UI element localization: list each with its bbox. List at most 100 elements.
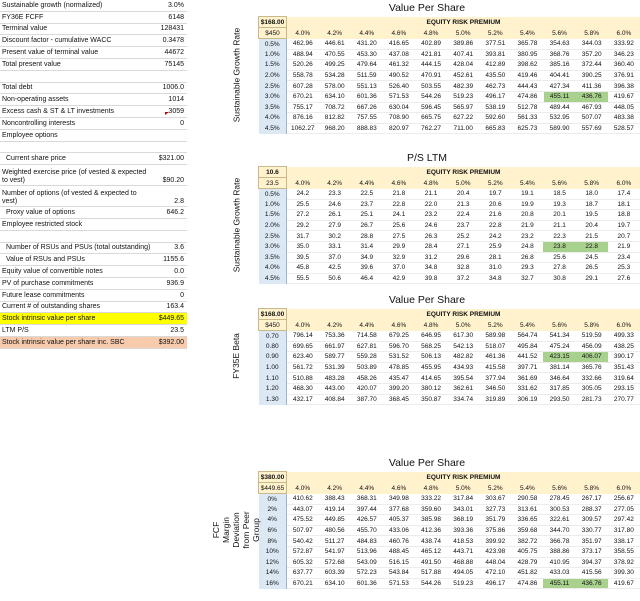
table-cell: 543.09	[350, 557, 383, 569]
table-cell: 382.72	[511, 535, 544, 547]
table-cell: 414.65	[414, 372, 448, 384]
table-cell: 592.60	[479, 112, 512, 124]
table-cell: 26.7	[350, 220, 383, 232]
table-cell: 21.3	[447, 199, 480, 211]
table-cell: 596.45	[415, 102, 448, 114]
table-cell: 478.85	[382, 362, 415, 374]
column-header: 6.0%	[607, 482, 640, 494]
table-cell: 388.86	[543, 546, 576, 558]
table-cell: 419.67	[607, 578, 640, 590]
table-cell: 420.07	[350, 383, 383, 395]
table-cell: 18.1	[607, 199, 640, 211]
table-cell: 433.03	[543, 567, 576, 579]
table-row: 1.5% 520.26 499.25 479.64 461.32 444.15 428.04…	[258, 59, 640, 71]
table-cell: 256.67	[607, 493, 640, 505]
table-cell: 634.10	[318, 91, 351, 103]
row-header: 1.5%	[258, 209, 287, 221]
table-cell: 20.4	[447, 188, 480, 200]
table-cell: 404.41	[543, 70, 576, 82]
table-cell: 436.76	[575, 91, 608, 103]
table-cell: 460.76	[382, 535, 415, 547]
table-cell: 433.06	[382, 525, 415, 537]
table-cell: 412.89	[479, 59, 512, 71]
table-cell: 753.36	[318, 330, 351, 342]
table-cell: 344.70	[543, 525, 576, 537]
table-cell: 519.23	[447, 91, 480, 103]
table-cell: 317.80	[607, 525, 640, 537]
table-cell: 375.86	[479, 525, 512, 537]
table-cell: 661.97	[318, 341, 351, 353]
table-cell: 432.17	[286, 394, 319, 406]
table-row: 1.0% 25.5 24.6 23.7 22.8 22.0 21.3 20.6 19.9 19.3…	[258, 199, 640, 211]
table-row: 3.0% 670.21 634.10 601.36 571.53 544.26 519.23…	[258, 91, 640, 103]
column-header: 4.0%	[286, 27, 319, 39]
table-cell: 444.15	[415, 59, 448, 71]
table-cell: 267.17	[575, 493, 608, 505]
table-y-label: FCF Margin Deviation from Peer Group	[211, 511, 261, 549]
table-cell: 465.12	[414, 546, 448, 558]
sensitivity-table: $168.00 EQUITY RISK PREMIUM $450 4.0% 4.2% 4.…	[258, 308, 640, 406]
table-cell: 39.5	[286, 252, 319, 264]
table-cell: 319.64	[607, 372, 640, 384]
table-cell: 42.9	[382, 273, 415, 285]
table-cell: 270.77	[607, 394, 640, 406]
left-row-label: Future lease commitments	[2, 291, 85, 299]
table-cell: 1062.27	[286, 123, 319, 135]
table-cell: 564.74	[511, 330, 544, 342]
table-cell: 412.36	[414, 525, 448, 537]
table-cell: 428.04	[447, 59, 480, 71]
table-cell: 470.91	[415, 70, 448, 82]
table-row: 1.10 510.88 483.28 458.26 435.47 414.65 395.54…	[258, 372, 640, 384]
table-cell: 46.4	[350, 273, 383, 285]
left-row-label: Total present value	[2, 60, 61, 68]
table-cell: 495.84	[511, 341, 544, 353]
left-row: Stock intrinsic value per share $449.65	[0, 313, 187, 326]
table-cell: 511.27	[318, 535, 351, 547]
table-cell: 359.68	[511, 525, 544, 537]
sensitivity-table: 10.6 EQUITY RISK PREMIUM 23.5 4.0% 4.2% 4.4% 4…	[258, 166, 640, 285]
table-cell: 45.8	[286, 262, 319, 274]
table-cell: 349.98	[382, 493, 415, 505]
left-row-label: FY36E FCFF	[2, 13, 44, 21]
table-cell: 520.26	[286, 59, 319, 71]
table-cell: 411.36	[575, 80, 608, 92]
table-cell: 679.25	[382, 330, 415, 342]
left-row-value: 128431	[160, 25, 184, 33]
left-row-value: 0.0	[174, 267, 184, 275]
left-row-label: Excess cash & ST & LT investments	[2, 107, 115, 115]
table-row: 0.5% 24.2 23.3 22.5 21.8 21.1 20.4 19.7 19.1 18.5…	[258, 188, 640, 200]
table-cell: 55.5	[286, 273, 319, 285]
table-cell: 408.84	[318, 394, 351, 406]
table-cell: 31.0	[479, 262, 512, 274]
table-cell: 480.56	[318, 525, 351, 537]
left-row-value: $392.00	[158, 338, 184, 346]
left-row-label: PV of purchase commitments	[2, 279, 94, 287]
table-cell: 21.9	[511, 220, 544, 232]
table-cell: 19.3	[543, 199, 576, 211]
table-cell: 26.3	[414, 230, 448, 242]
left-row-value: 0.3478	[162, 37, 184, 45]
left-row: Excess cash & ST & LT investments 3059	[0, 106, 187, 118]
column-header: 5.6%	[543, 319, 576, 331]
table-cell: 327.73	[479, 504, 512, 516]
table-cell: 293.50	[543, 394, 576, 406]
left-row-value: 23.5	[170, 326, 184, 334]
column-header: 6.0%	[607, 27, 640, 39]
table-cell: 531.52	[382, 351, 415, 363]
row-header: 2.0%	[258, 70, 287, 81]
left-row: Number of RSUs and PSUs (total outstandi…	[0, 243, 187, 255]
table-cell: 27.5	[382, 230, 415, 242]
table-cell: 519.23	[447, 578, 480, 590]
column-header: 4.0%	[286, 482, 319, 494]
table-cell: 455.11	[543, 578, 576, 590]
table-cell: 482.82	[447, 351, 480, 363]
left-row-label: Equity value of convertible notes	[2, 267, 103, 275]
table-cell: 32.7	[511, 273, 544, 285]
table-cell: 461.32	[382, 59, 415, 71]
table-cell: 506.13	[414, 351, 448, 363]
table-cell: 449.85	[318, 514, 351, 526]
table-cell: 551.13	[350, 80, 383, 92]
table-cell: 494.05	[447, 567, 480, 579]
table-cell: 496.17	[479, 578, 512, 590]
table-cell: 397.44	[350, 504, 383, 516]
